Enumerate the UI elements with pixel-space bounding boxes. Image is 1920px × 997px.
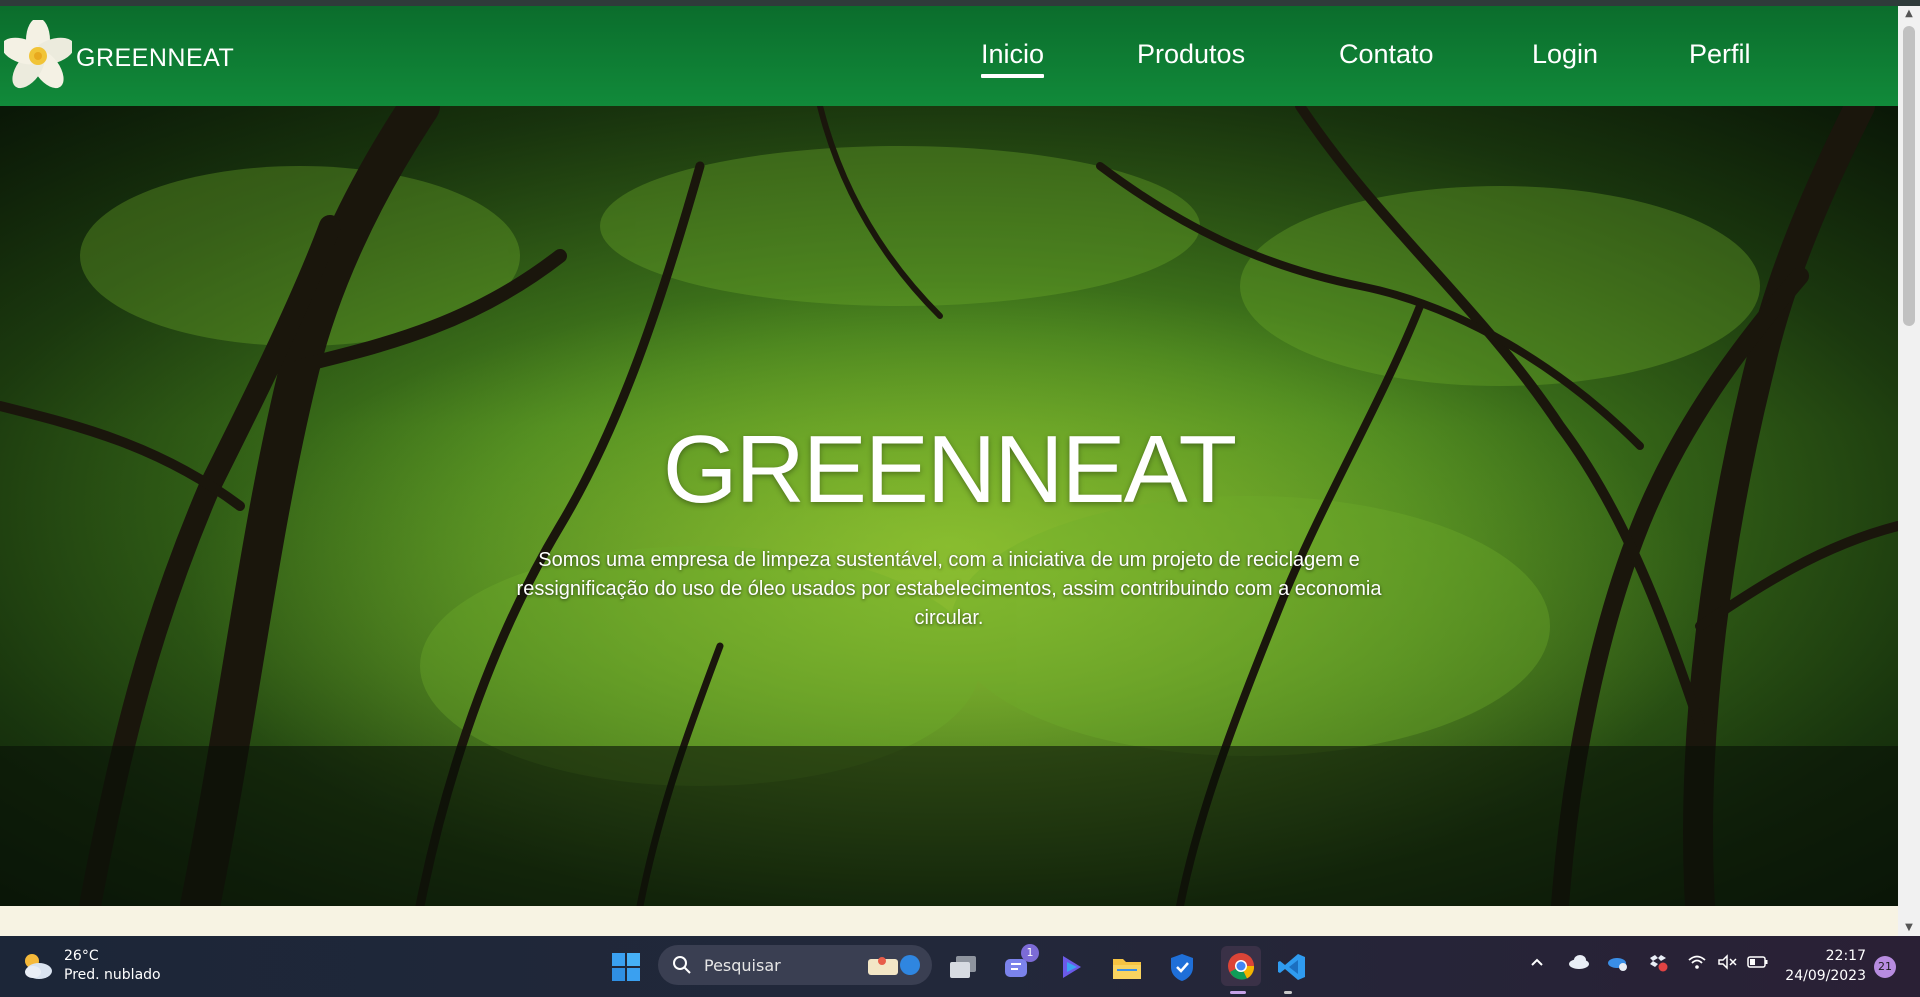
taskbar-search-box[interactable]: Pesquisar: [658, 945, 932, 985]
scroll-up-arrow-icon[interactable]: ▲: [1903, 8, 1915, 20]
page-scrollbar[interactable]: ▲ ▼: [1898, 6, 1920, 936]
frangipani-logo-icon[interactable]: [4, 20, 72, 92]
onedrive-sync-icon[interactable]: [1607, 954, 1629, 976]
hero-description: Somos uma empresa de limpeza sustentável…: [516, 549, 1382, 629]
site-navbar: GREENNEAT Inicio Produtos Contato Login …: [0, 6, 1898, 106]
windows-taskbar: 26°C Pred. nublado Pesquisar 1 22:17 24/…: [0, 936, 1920, 997]
weather-temperature[interactable]: 26°C: [64, 948, 99, 964]
clock-time[interactable]: 22:17: [1826, 948, 1866, 964]
chrome-active-indicator: [1230, 991, 1246, 994]
brand-name[interactable]: GREENNEAT: [76, 44, 234, 73]
weather-description[interactable]: Pred. nublado: [64, 967, 161, 983]
partly-cloudy-icon[interactable]: [20, 951, 54, 981]
wifi-icon[interactable]: [1687, 954, 1707, 974]
vscode-icon[interactable]: [1275, 950, 1309, 984]
nav-contato[interactable]: Contato: [1339, 39, 1434, 70]
scroll-thumb[interactable]: [1903, 26, 1915, 326]
teams-notification-badge: 1: [1021, 944, 1039, 962]
scroll-down-arrow-icon[interactable]: ▼: [1903, 922, 1915, 934]
nav-login[interactable]: Login: [1532, 39, 1598, 70]
speaker-muted-icon[interactable]: [1717, 954, 1737, 974]
show-hidden-icons-chevron-icon[interactable]: [1529, 954, 1545, 974]
vscode-open-indicator: [1284, 991, 1292, 994]
battery-charging-icon[interactable]: [1747, 954, 1769, 974]
browser-viewport: GREENNEAT Inicio Produtos Contato Login …: [0, 6, 1898, 936]
hero-title: GREENNEAT: [662, 416, 1237, 523]
nav-produtos[interactable]: Produtos: [1137, 39, 1245, 70]
nav-perfil[interactable]: Perfil: [1689, 39, 1751, 70]
copilot-icon[interactable]: [1055, 950, 1089, 984]
clock-date[interactable]: 24/09/2023: [1785, 968, 1866, 984]
teams-chat-icon[interactable]: 1: [1001, 944, 1039, 984]
search-highlight-art-icon: [868, 955, 920, 975]
task-view-icon[interactable]: [946, 950, 980, 984]
security-shield-icon[interactable]: [1165, 950, 1199, 984]
nav-inicio[interactable]: Inicio: [981, 39, 1045, 78]
file-explorer-icon[interactable]: [1110, 950, 1144, 984]
search-icon: [673, 956, 691, 974]
chrome-icon[interactable]: [1221, 946, 1261, 986]
search-placeholder: Pesquisar: [704, 956, 781, 975]
hero-section: GREENNEAT Somos uma empresa de limpeza s…: [0, 106, 1898, 906]
notification-center-badge[interactable]: 21: [1874, 956, 1896, 978]
dropbox-error-icon[interactable]: [1647, 954, 1669, 976]
onedrive-cloud-icon[interactable]: [1568, 954, 1590, 974]
windows-start-icon[interactable]: [609, 950, 643, 984]
